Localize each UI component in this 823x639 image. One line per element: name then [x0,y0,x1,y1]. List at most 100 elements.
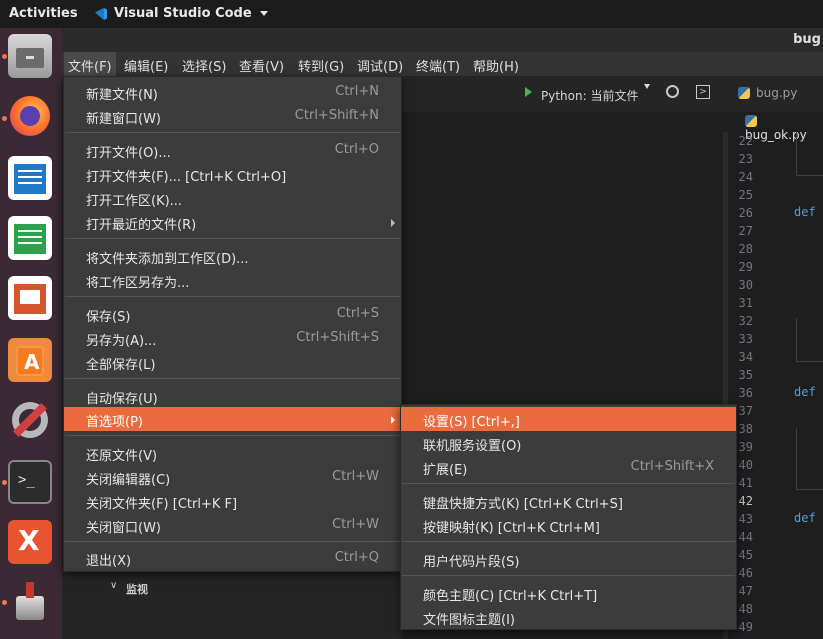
menu-item-keyboard-shortcuts[interactable]: 键盘快捷方式(K) [Ctrl+K Ctrl+S] [401,489,736,513]
debug-config-select[interactable]: Python: 当前文件 [541,87,638,104]
terminal-toggle-icon[interactable]: > [696,85,710,99]
menu-item-label: 将文件夹添加到工作区(D)... [86,252,249,267]
vscode-logo-icon [95,7,107,20]
menu-item-preferences[interactable]: 首选项(P) [64,407,401,431]
menu-item-keymaps[interactable]: 按键映射(K) [Ctrl+K Ctrl+M] [401,513,736,537]
menu-item-save-workspace-as[interactable]: 将工作区另存为... [64,268,401,292]
menu-item-shortcut: Ctrl+Shift+X [630,459,714,474]
file-menu: 新建文件(N) Ctrl+N 新建窗口(W) Ctrl+Shift+N 打开文件(O… [63,76,402,572]
menu-item-settings[interactable]: 设置(S) [Ctrl+,] [401,407,736,431]
menu-separator [65,541,400,542]
menu-item-close-window[interactable]: 关闭窗口(W) Ctrl+W [64,513,401,537]
run-icon[interactable] [525,87,532,97]
tab-bug-ok-py[interactable]: bug_ok.py [727,112,823,142]
menu-item-label: 退出(X) [86,554,132,569]
calc-icon[interactable] [8,216,52,260]
files-icon[interactable] [8,34,52,78]
menu-item-label: 新建窗口(W) [86,112,161,127]
line-number: 30 [738,278,753,292]
menu-item-label: 打开工作区(K)... [86,194,183,209]
menu-item-file-icon-theme[interactable]: 文件图标主题(I) [401,605,736,629]
menu-item-add-folder[interactable]: 将文件夹添加到工作区(D)... [64,244,401,268]
line-number: 26 [738,206,753,220]
menu-goto[interactable]: 转到(G) [298,56,344,75]
menu-item-auto-save[interactable]: 自动保存(U) [64,384,401,408]
menu-item-open-workspace[interactable]: 打开工作区(K)... [64,186,401,210]
menu-item-label: 扩展(E) [423,463,468,478]
menu-item-shortcut: Ctrl+Shift+S [296,330,379,345]
menu-item-label: 将工作区另存为... [86,276,190,291]
menu-item-exit[interactable]: 退出(X) Ctrl+Q [64,546,401,570]
line-number: 34 [738,350,753,364]
menu-item-label: 颜色主题(C) [Ctrl+K Ctrl+T] [423,589,598,604]
xmind-icon[interactable]: X [8,520,52,564]
watch-panel-header[interactable]: ∨ 监视 [102,578,402,598]
chevron-down-icon [259,11,268,16]
running-indicator [2,600,7,605]
menu-separator [65,378,400,379]
gear-icon[interactable] [666,85,679,98]
line-number: 36 [738,386,753,400]
menu-item-label: 全部保存(L) [86,358,156,373]
terminal-icon[interactable]: >_ [8,460,52,504]
menu-help[interactable]: 帮助(H) [473,56,519,75]
menu-separator [402,541,735,542]
activities-button[interactable]: Activities [9,6,78,21]
menu-item-close-editor[interactable]: 关闭编辑器(C) Ctrl+W [64,465,401,489]
menu-view[interactable]: 查看(V) [239,56,284,75]
menu-item-open-file[interactable]: 打开文件(O)... Ctrl+O [64,138,401,162]
line-number: 32 [738,314,753,328]
menu-item-shortcut: Ctrl+O [334,142,379,157]
software-center-icon[interactable]: A [8,338,52,382]
menu-item-close-folder[interactable]: 关闭文件夹(F) [Ctrl+K F] [64,489,401,513]
app-menu[interactable]: Visual Studio Code [94,6,268,21]
menu-item-new-file[interactable]: 新建文件(N) Ctrl+N [64,80,401,104]
gnome-top-bar: Activities Visual Studio Code [0,0,823,28]
menu-item-online-services[interactable]: 联机服务设置(O) [401,431,736,455]
line-number: 29 [738,260,753,274]
menu-item-open-recent[interactable]: 打开最近的文件(R) [64,210,401,234]
menu-item-shortcut: Ctrl+W [332,517,379,532]
line-number: 25 [738,188,753,202]
menu-item-new-window[interactable]: 新建窗口(W) Ctrl+Shift+N [64,104,401,128]
menu-item-label: 用户代码片段(S) [423,555,520,570]
menu-item-label: 关闭编辑器(C) [86,473,171,488]
menu-selection[interactable]: 选择(S) [182,56,226,75]
writer-icon[interactable] [8,156,52,200]
firefox-icon[interactable] [8,94,52,138]
line-number: 33 [738,332,753,346]
impress-icon[interactable] [8,276,52,320]
menu-debug[interactable]: 调试(D) [357,56,403,75]
menu-item-label: 按键映射(K) [Ctrl+K Ctrl+M] [423,521,600,536]
menu-separator [402,575,735,576]
indent-guide [796,132,823,176]
menu-item-extensions[interactable]: 扩展(E) Ctrl+Shift+X [401,455,736,479]
menu-file[interactable]: 文件(F) [64,52,116,76]
dock: A >_ X [0,28,62,639]
menu-item-save-all[interactable]: 全部保存(L) [64,350,401,374]
menu-item-label: 关闭窗口(W) [86,521,161,536]
menu-item-label: 打开最近的文件(R) [86,218,197,233]
chevron-down-icon: ∨ [110,580,118,591]
tab-bug-py[interactable]: bug.py [738,86,797,100]
menu-item-shortcut: Ctrl+W [332,469,379,484]
menu-item-save-as[interactable]: 另存为(A)... Ctrl+Shift+S [64,326,401,350]
line-number: 22 [738,134,753,148]
installer-icon[interactable] [8,580,52,624]
running-indicator [2,480,7,485]
menu-item-label: 打开文件(O)... [86,146,171,161]
menu-terminal[interactable]: 终端(T) [416,56,460,75]
menu-edit[interactable]: 编辑(E) [124,56,168,75]
preferences-submenu: 设置(S) [Ctrl+,] 联机服务设置(O) 扩展(E) Ctrl+Shift… [400,404,737,630]
menu-item-user-snippets[interactable]: 用户代码片段(S) [401,547,736,571]
menu-item-color-theme[interactable]: 颜色主题(C) [Ctrl+K Ctrl+T] [401,581,736,605]
menu-item-label: 关闭文件夹(F) [Ctrl+K F] [86,497,238,512]
menu-item-shortcut: Ctrl+Shift+N [294,108,379,123]
watch-label: 监视 [126,583,148,596]
menu-item-save[interactable]: 保存(S) Ctrl+S [64,302,401,326]
running-indicator [2,54,7,59]
code-def-keyword: def [794,385,816,399]
menu-item-open-folder[interactable]: 打开文件夹(F)... [Ctrl+K Ctrl+O] [64,162,401,186]
menu-item-revert-file[interactable]: 还原文件(V) [64,441,401,465]
settings-icon[interactable] [8,398,52,442]
